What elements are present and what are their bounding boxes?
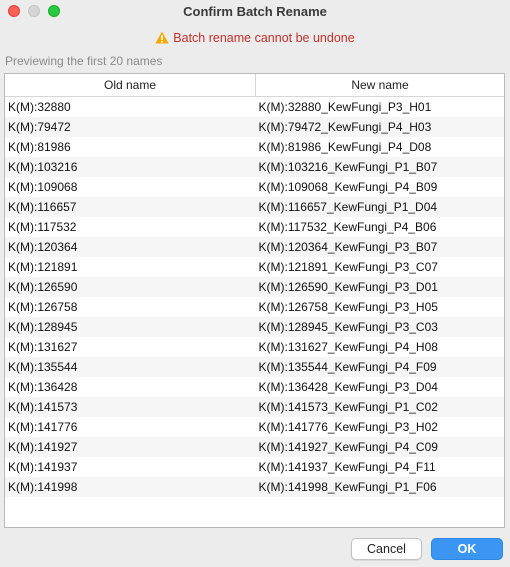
new-name-cell: K(M):141776_KewFungi_P3_H02 — [258, 420, 438, 434]
table-row[interactable]: K(M):141927 K(M):141927_KewFungi_P4_C09 — [5, 437, 504, 457]
new-name-cell: K(M):121891_KewFungi_P3_C07 — [258, 260, 438, 274]
old-name-cell: K(M):103216 — [5, 157, 256, 177]
table-row[interactable]: K(M):103216 K(M):103216_KewFungi_P1_B07 — [5, 157, 504, 177]
table-row[interactable]: K(M):141573 K(M):141573_KewFungi_P1_C02 — [5, 397, 504, 417]
preview-label: Previewing the first 20 names — [5, 54, 163, 68]
old-name-cell: K(M):116657 — [5, 197, 256, 217]
table-row[interactable]: K(M):117532 K(M):117532_KewFungi_P4_B06 — [5, 217, 504, 237]
new-name-cell: K(M):136428_KewFungi_P3_D04 — [258, 380, 438, 394]
title-bar: Confirm Batch Rename — [0, 0, 510, 22]
table-row[interactable]: K(M):120364 K(M):120364_KewFungi_P3_B07 — [5, 237, 504, 257]
old-name-cell: K(M):109068 — [8, 180, 78, 194]
column-header-old-name[interactable]: Old name — [5, 74, 256, 97]
new-name-cell: K(M):135544_KewFungi_P4_F09 — [255, 357, 504, 377]
new-name-cell: K(M):32880_KewFungi_P3_H01 — [258, 100, 432, 114]
table-row[interactable]: K(M):32880 K(M):32880_KewFungi_P3_H01 — [5, 97, 504, 118]
rename-preview-table[interactable]: Old name New name K(M):32880 K(M):32880_K… — [4, 73, 505, 528]
old-name-cell: K(M):121891 — [8, 260, 78, 274]
new-name-cell: K(M):141998_KewFungi_P1_F06 — [255, 477, 504, 497]
table-row[interactable]: K(M):136428 K(M):136428_KewFungi_P3_D04 — [5, 377, 504, 397]
table-row[interactable]: K(M):126590 K(M):126590_KewFungi_P3_D01 — [5, 277, 504, 297]
old-name-cell: K(M):32880 — [8, 100, 71, 114]
table-header-row: Old name New name — [5, 74, 504, 97]
new-name-cell: K(M):131627_KewFungi_P4_H08 — [258, 340, 438, 354]
old-name-cell: K(M):117532 — [8, 220, 77, 234]
new-name-cell: K(M):128945_KewFungi_P3_C03 — [255, 317, 504, 337]
old-name-cell: K(M):81986 — [8, 140, 71, 154]
new-name-cell: K(M):81986_KewFungi_P4_D08 — [258, 140, 432, 154]
warning-triangle-icon — [155, 31, 169, 47]
old-name-cell: K(M):135544 — [5, 357, 256, 377]
new-name-cell: K(M):120364_KewFungi_P3_B07 — [255, 237, 504, 257]
old-name-cell: K(M):120364 — [5, 237, 256, 257]
old-name-cell: K(M):126590 — [5, 277, 256, 297]
old-name-cell: K(M):141573 — [5, 397, 256, 417]
table-row[interactable]: K(M):141776 K(M):141776_KewFungi_P3_H02 — [5, 417, 504, 437]
old-name-cell: K(M):141927 — [5, 437, 256, 457]
table-row[interactable]: K(M):141937 K(M):141937_KewFungi_P4_F11 — [5, 457, 504, 477]
new-name-cell: K(M):141937_KewFungi_P4_F11 — [258, 460, 436, 474]
window-title: Confirm Batch Rename — [183, 4, 327, 19]
table-row[interactable]: K(M):141998 K(M):141998_KewFungi_P1_F06 — [5, 477, 504, 497]
new-name-cell: K(M):79472_KewFungi_P4_H03 — [255, 117, 504, 137]
warning-text: Batch rename cannot be undone — [173, 31, 355, 45]
new-name-cell: K(M):141573_KewFungi_P1_C02 — [255, 397, 504, 417]
new-name-cell: K(M):126590_KewFungi_P3_D01 — [255, 277, 504, 297]
table-row[interactable]: K(M):81986 K(M):81986_KewFungi_P4_D08 — [5, 137, 504, 157]
ok-button[interactable]: OK — [431, 538, 503, 560]
old-name-cell: K(M):141937 — [8, 460, 78, 474]
old-name-cell: K(M):126758 — [8, 300, 78, 314]
old-name-cell: K(M):131627 — [8, 340, 78, 354]
table-row[interactable]: K(M):109068 K(M):109068_KewFungi_P4_B09 — [5, 177, 504, 197]
cancel-button[interactable]: Cancel — [351, 538, 422, 560]
new-name-cell: K(M):103216_KewFungi_P1_B07 — [255, 157, 504, 177]
table-row[interactable]: K(M):126758 K(M):126758_KewFungi_P3_H05 — [5, 297, 504, 317]
warning-message: Batch rename cannot be undone — [0, 31, 510, 47]
new-name-cell: K(M):141927_KewFungi_P4_C09 — [255, 437, 504, 457]
table-row[interactable]: K(M):131627 K(M):131627_KewFungi_P4_H08 — [5, 337, 504, 357]
old-name-cell: K(M):79472 — [5, 117, 256, 137]
table-row[interactable]: K(M):79472 K(M):79472_KewFungi_P4_H03 — [5, 117, 504, 137]
new-name-cell: K(M):117532_KewFungi_P4_B06 — [258, 220, 437, 234]
old-name-cell: K(M):136428 — [8, 380, 78, 394]
new-name-cell: K(M):116657_KewFungi_P1_D04 — [255, 197, 504, 217]
new-name-cell: K(M):126758_KewFungi_P3_H05 — [258, 300, 438, 314]
table-row[interactable]: K(M):135544 K(M):135544_KewFungi_P4_F09 — [5, 357, 504, 377]
table-row[interactable]: K(M):128945 K(M):128945_KewFungi_P3_C03 — [5, 317, 504, 337]
table-row[interactable]: K(M):116657 K(M):116657_KewFungi_P1_D04 — [5, 197, 504, 217]
old-name-cell: K(M):141776 — [8, 420, 78, 434]
new-name-cell: K(M):109068_KewFungi_P4_B09 — [258, 180, 438, 194]
table-row[interactable]: K(M):121891 K(M):121891_KewFungi_P3_C07 — [5, 257, 504, 277]
old-name-cell: K(M):128945 — [5, 317, 256, 337]
old-name-cell: K(M):141998 — [5, 477, 256, 497]
column-header-new-name[interactable]: New name — [255, 74, 504, 97]
